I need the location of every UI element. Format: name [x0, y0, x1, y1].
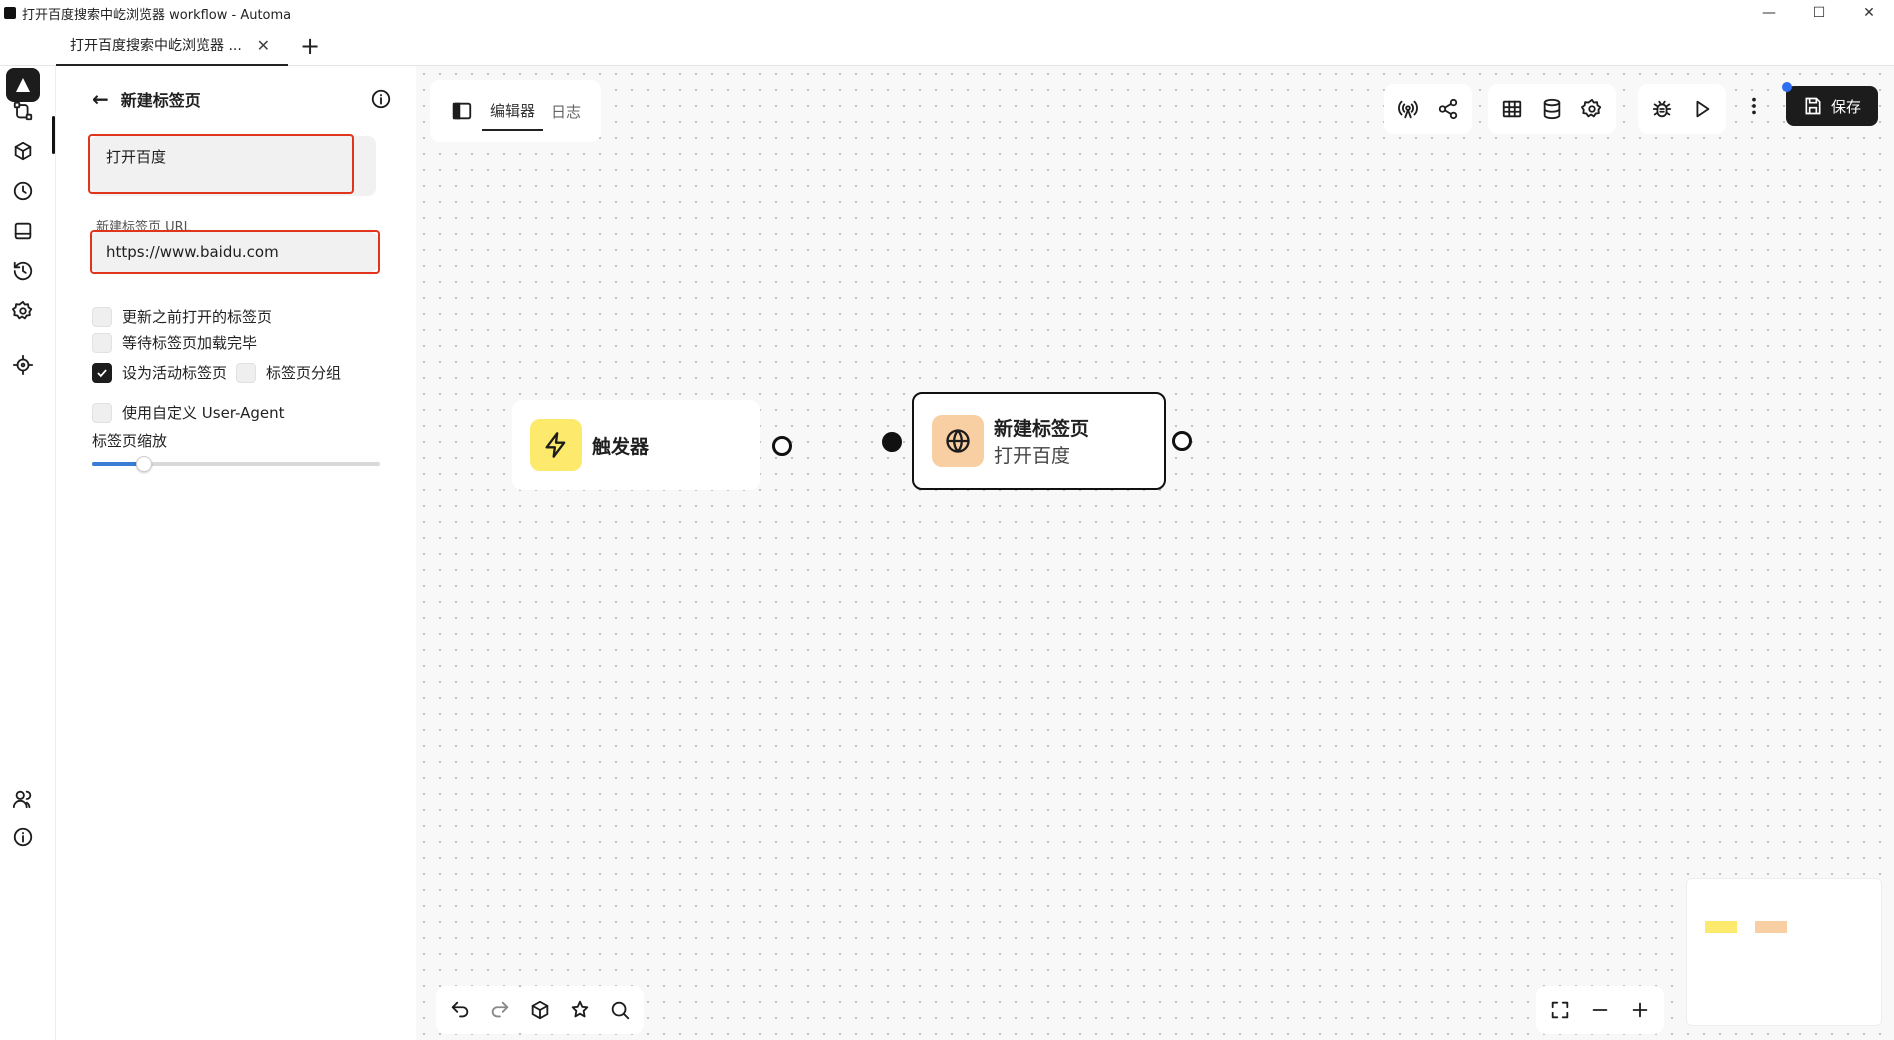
node-title: 新建标签页 [994, 418, 1090, 440]
share-card [1384, 84, 1472, 134]
window-titlebar: 打开百度搜索中屹浏览器 workflow - Automa — ☐ ✕ [0, 0, 1894, 26]
output-handle[interactable] [772, 436, 792, 456]
tab-bar: 打开百度搜索中屹浏览器 ... ✕ + [0, 26, 1894, 66]
checkbox[interactable] [92, 402, 112, 423]
packages-cube-icon[interactable] [10, 138, 36, 164]
automa-logo[interactable] [6, 68, 40, 102]
tab-editor[interactable]: 编辑器 [482, 91, 544, 131]
logo-icon [16, 78, 30, 92]
checkbox[interactable] [92, 332, 112, 353]
toggle-sidebar-icon[interactable] [442, 91, 482, 131]
node-text: 新建标签页 打开百度 [994, 414, 1089, 468]
minimize-button[interactable]: — [1744, 0, 1794, 26]
editor-tab-card: 编辑器 日志 [430, 80, 602, 142]
data-tools-card [1488, 84, 1616, 134]
option-label: 更新之前打开的标签页 [122, 308, 273, 326]
history-icon[interactable] [10, 258, 36, 284]
tab-workflow[interactable]: 打开百度搜索中屹浏览器 ... ✕ [56, 26, 288, 66]
undo-icon[interactable] [440, 990, 480, 1030]
checkbox-checked[interactable] [92, 362, 112, 383]
node-title: 触发器 [592, 435, 650, 458]
node-subtitle: 打开百度 [994, 445, 1071, 467]
community-users-icon[interactable] [10, 786, 36, 812]
option-label: 使用自定义 User-Agent [122, 404, 285, 422]
panel-header: ← 新建标签页 [92, 84, 392, 114]
package-cube-icon[interactable] [520, 990, 560, 1030]
search-icon[interactable] [600, 990, 640, 1030]
lightning-icon [530, 419, 582, 471]
fit-view-icon[interactable] [1540, 990, 1580, 1030]
zoom-out-icon[interactable] [1580, 990, 1620, 1030]
highlight-box-description [88, 134, 354, 194]
new-tab-button[interactable]: + [296, 32, 324, 60]
window-controls: — ☐ ✕ [1744, 0, 1894, 26]
settings-gear-icon[interactable] [10, 298, 36, 324]
pin-star-icon[interactable] [560, 990, 600, 1030]
input-handle[interactable] [882, 432, 902, 452]
workflows-icon[interactable] [10, 98, 36, 124]
panel-title: 新建标签页 [120, 91, 201, 110]
run-card [1638, 84, 1726, 134]
minimap[interactable] [1686, 878, 1882, 1026]
option-update-prev-tab[interactable]: 更新之前打开的标签页 [92, 306, 272, 327]
broadcast-icon[interactable] [1388, 89, 1428, 129]
play-icon[interactable] [1682, 89, 1722, 129]
window-title: 打开百度搜索中屹浏览器 workflow - Automa [22, 7, 292, 23]
option-tab-group[interactable]: 标签页分组 [236, 362, 341, 383]
option-label: 标签页分组 [266, 364, 342, 382]
tab-zoom-slider[interactable] [92, 456, 380, 472]
unsaved-indicator-dot [1782, 82, 1792, 92]
option-wait-tab-loaded[interactable]: 等待标签页加载完毕 [92, 332, 257, 353]
tab-label: 打开百度搜索中屹浏览器 ... [70, 38, 242, 54]
tab-close-icon[interactable]: ✕ [257, 36, 270, 55]
checkbox[interactable] [236, 362, 256, 383]
save-button[interactable]: 保存 [1786, 86, 1878, 126]
save-label: 保存 [1830, 97, 1861, 116]
save-icon [1805, 97, 1821, 115]
about-info-icon[interactable] [10, 824, 36, 850]
schedule-clock-icon[interactable] [10, 178, 36, 204]
maximize-button[interactable]: ☐ [1794, 0, 1844, 26]
left-nav [0, 66, 56, 1040]
zoom-controls [1536, 986, 1664, 1034]
storage-icon[interactable] [10, 218, 36, 244]
workflow-canvas[interactable]: 编辑器 日志 保存 触发器 新建标签页 打开百度 [416, 66, 1894, 1040]
back-arrow-icon[interactable]: ← [92, 87, 109, 111]
slider-thumb[interactable] [135, 456, 152, 472]
option-label: 设为活动标签页 [122, 364, 228, 382]
option-custom-user-agent[interactable]: 使用自定义 User-Agent [92, 402, 284, 423]
zoom-in-icon[interactable] [1620, 990, 1660, 1030]
database-icon[interactable] [1532, 89, 1572, 129]
workflow-settings-icon[interactable] [1572, 89, 1612, 129]
checkbox[interactable] [92, 306, 112, 327]
debug-bug-icon[interactable] [1642, 89, 1682, 129]
minimap-node-trigger [1705, 921, 1737, 933]
check-icon [97, 368, 107, 377]
highlight-box-url [90, 230, 380, 274]
output-handle[interactable] [1172, 431, 1192, 451]
tab-logs[interactable]: 日志 [543, 91, 589, 131]
canvas-tools [516, 986, 644, 1034]
more-vertical-icon[interactable] [1734, 86, 1774, 126]
tab-zoom-label: 标签页缩放 [92, 432, 168, 450]
history-controls [436, 986, 524, 1034]
crosshair-icon[interactable] [10, 352, 36, 378]
option-set-active-tab[interactable]: 设为活动标签页 [92, 362, 227, 383]
minimap-node-new-tab [1755, 921, 1787, 933]
node-new-tab[interactable]: 新建标签页 打开百度 [912, 392, 1166, 490]
share-icon[interactable] [1428, 89, 1468, 129]
info-icon[interactable] [370, 88, 392, 114]
block-edit-panel: ← 新建标签页 打开百度 新建标签页 URL https://www.baidu… [56, 66, 416, 1040]
option-label: 等待标签页加载完毕 [122, 334, 258, 352]
nav-active-indicator [52, 116, 55, 154]
redo-icon[interactable] [480, 990, 520, 1030]
node-trigger[interactable]: 触发器 [512, 400, 760, 490]
close-window-button[interactable]: ✕ [1844, 0, 1894, 26]
globe-icon [932, 415, 984, 467]
automa-app-icon [4, 7, 16, 19]
table-icon[interactable] [1492, 89, 1532, 129]
